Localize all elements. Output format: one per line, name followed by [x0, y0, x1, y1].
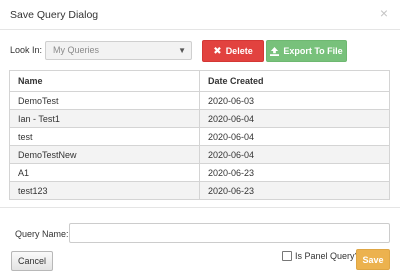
cancel-button[interactable]: Cancel [11, 251, 53, 271]
delete-button[interactable]: ✖ Delete [202, 40, 264, 62]
query-name-cell: DemoTestNew [9, 145, 200, 164]
look-in-selected-value: My Queries [53, 45, 100, 55]
table-row[interactable]: Ian - Test1 2020-06-04 [9, 109, 390, 128]
save-query-dialog: Save Query Dialog × Look In: My Queries … [0, 0, 400, 276]
table-row[interactable]: DemoTestNew 2020-06-04 [9, 145, 390, 164]
date-created-cell: 2020-06-04 [199, 145, 390, 164]
date-created-cell: 2020-06-04 [199, 127, 390, 146]
date-created-cell: 2020-06-23 [199, 181, 390, 200]
date-created-cell: 2020-06-23 [199, 163, 390, 182]
close-icon[interactable]: × [377, 5, 391, 21]
save-button[interactable]: Save [356, 249, 390, 270]
upload-icon [270, 46, 280, 56]
column-header-date-created: Date Created [199, 70, 390, 92]
query-name-cell: test123 [9, 181, 200, 200]
footer-divider [0, 207, 400, 208]
column-header-name: Name [9, 70, 200, 92]
look-in-select[interactable]: My Queries ▼ [45, 41, 192, 60]
query-name-label: Query Name: [15, 229, 69, 239]
query-name-cell: Ian - Test1 [9, 109, 200, 128]
delete-button-label: Delete [225, 46, 253, 56]
date-created-cell: 2020-06-03 [199, 91, 390, 110]
export-to-file-button[interactable]: Export To File [266, 40, 347, 62]
is-panel-query-option[interactable]: Is Panel Query? [282, 251, 360, 261]
export-button-label: Export To File [283, 46, 343, 56]
query-name-cell: DemoTest [9, 91, 200, 110]
table-row[interactable]: A1 2020-06-23 [9, 163, 390, 182]
table-row[interactable]: DemoTest 2020-06-03 [9, 91, 390, 110]
query-name-cell: test [9, 127, 200, 146]
table-row[interactable]: test123 2020-06-23 [9, 181, 390, 200]
is-panel-query-checkbox[interactable] [282, 251, 292, 261]
query-name-input[interactable] [69, 223, 390, 243]
table-row[interactable]: test 2020-06-04 [9, 127, 390, 146]
dialog-title: Save Query Dialog [10, 9, 99, 21]
chevron-down-icon: ▼ [178, 46, 186, 55]
queries-table: Name Date Created DemoTest 2020-06-03 Ia… [9, 70, 390, 200]
table-header-row: Name Date Created [9, 70, 390, 92]
look-in-label: Look In: [10, 45, 43, 55]
x-icon: ✖ [213, 45, 222, 57]
is-panel-query-label: Is Panel Query? [295, 251, 360, 261]
dialog-header: Save Query Dialog × [0, 0, 400, 30]
date-created-cell: 2020-06-04 [199, 109, 390, 128]
query-name-cell: A1 [9, 163, 200, 182]
